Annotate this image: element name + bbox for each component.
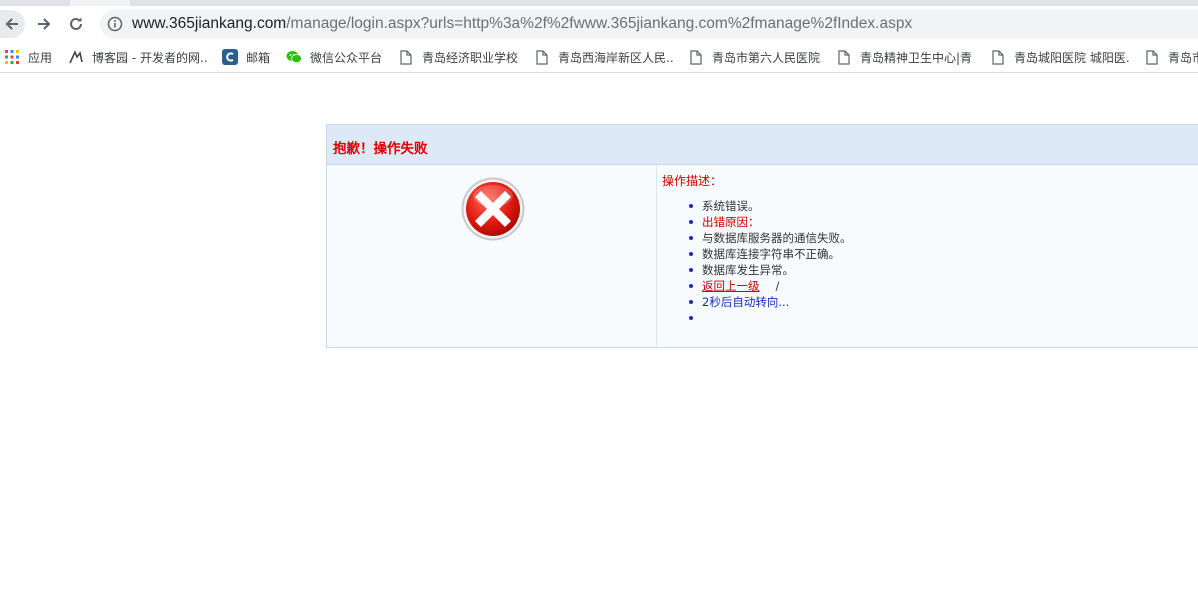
error-details-list: 系统错误。 出错原因： 与数据库服务器的通信失败。 数据库连接字符串不正确。 数…	[662, 198, 852, 326]
bookmark-qd-econ-school[interactable]: 青岛经济职业学校	[398, 48, 518, 66]
bookmark-label: 青岛精神卫生中心|青...	[860, 50, 972, 65]
error-header: 抱歉！操作失败	[327, 125, 1198, 165]
bookmark-qd-city[interactable]: 青岛市	[1144, 48, 1198, 66]
reload-button[interactable]	[62, 10, 90, 38]
list-item: 出错原因：	[689, 214, 852, 230]
arrow-right-icon	[38, 18, 51, 30]
bookmark-mail[interactable]: 邮箱	[222, 48, 270, 66]
error-panel: 抱歉！操作失败 操作描述： 系统错误。 出错原因： 与数据库服务器的通信失败。 …	[326, 124, 1198, 348]
error-x-icon	[460, 176, 526, 246]
browser-toolbar: www.365jiankang.com/manage/login.aspx?ur…	[0, 6, 1198, 42]
bookmark-label: 青岛西海岸新区人民...	[558, 50, 674, 65]
forward-button[interactable]	[30, 10, 58, 38]
bookmark-label: 微信公众平台	[310, 50, 383, 65]
url-text[interactable]: www.365jiankang.com/manage/login.aspx?ur…	[132, 15, 912, 33]
bookmark-label: 应用	[28, 50, 53, 65]
apps-grid-icon	[4, 49, 20, 65]
bookmarks-bar: 应用 博客园 - 开发者的网... 邮箱 微信公众平台 青岛经济职业学校 青岛西…	[0, 42, 1198, 73]
page-icon	[688, 49, 704, 65]
back-link[interactable]: 返回上一级	[702, 279, 760, 293]
url-path: /manage/login.aspx?urls=http%3a%2f%2fwww…	[286, 15, 913, 32]
page-icon	[398, 49, 414, 65]
list-item-empty	[689, 310, 852, 326]
back-button[interactable]	[0, 10, 25, 38]
operation-description-label: 操作描述：	[662, 174, 723, 188]
bookmark-apps[interactable]: 应用	[4, 48, 52, 66]
error-title: 抱歉！操作失败	[333, 141, 428, 157]
page-icon	[990, 49, 1006, 65]
bookmark-qd-xihaian[interactable]: 青岛西海岸新区人民...	[534, 48, 674, 66]
list-item: 与数据库服务器的通信失败。	[689, 231, 852, 245]
info-icon[interactable]	[107, 16, 123, 36]
cnblogs-icon	[68, 49, 84, 65]
bookmark-qd-chengyang[interactable]: 青岛城阳医院 城阳医...	[990, 48, 1130, 66]
arrow-left-icon	[5, 18, 18, 30]
address-bar[interactable]: www.365jiankang.com/manage/login.aspx?ur…	[100, 9, 1198, 39]
bookmark-qd-mental-health[interactable]: 青岛精神卫生中心|青...	[836, 48, 972, 66]
separator: /	[775, 279, 780, 293]
url-host: www.365jiankang.com	[132, 15, 287, 32]
bookmark-qd-sixth-hospital[interactable]: 青岛市第六人民医院	[688, 48, 820, 66]
bookmark-label: 青岛市	[1168, 50, 1198, 65]
redirect-text: 2秒后自动转向...	[689, 294, 852, 310]
bookmark-label: 邮箱	[246, 50, 271, 65]
bookmark-label: 青岛城阳医院 城阳医...	[1014, 50, 1130, 65]
list-item: 返回上一级 /	[689, 278, 852, 294]
page-icon	[1144, 49, 1160, 65]
list-item: 系统错误。	[689, 198, 852, 214]
page-icon	[836, 49, 852, 65]
list-item: 数据库连接字符串不正确。	[689, 246, 852, 262]
page-icon	[534, 49, 550, 65]
bookmark-label: 青岛经济职业学校	[422, 50, 519, 65]
mail-c-icon	[222, 49, 238, 65]
bookmark-label: 青岛市第六人民医院	[712, 50, 821, 65]
bookmark-cnblogs[interactable]: 博客园 - 开发者的网...	[68, 48, 208, 66]
wechat-icon	[286, 49, 302, 65]
bookmark-label: 博客园 - 开发者的网...	[92, 50, 208, 65]
list-item: 数据库发生异常。	[689, 262, 852, 278]
bookmark-wechat[interactable]: 微信公众平台	[286, 48, 382, 66]
reload-icon	[70, 17, 82, 30]
